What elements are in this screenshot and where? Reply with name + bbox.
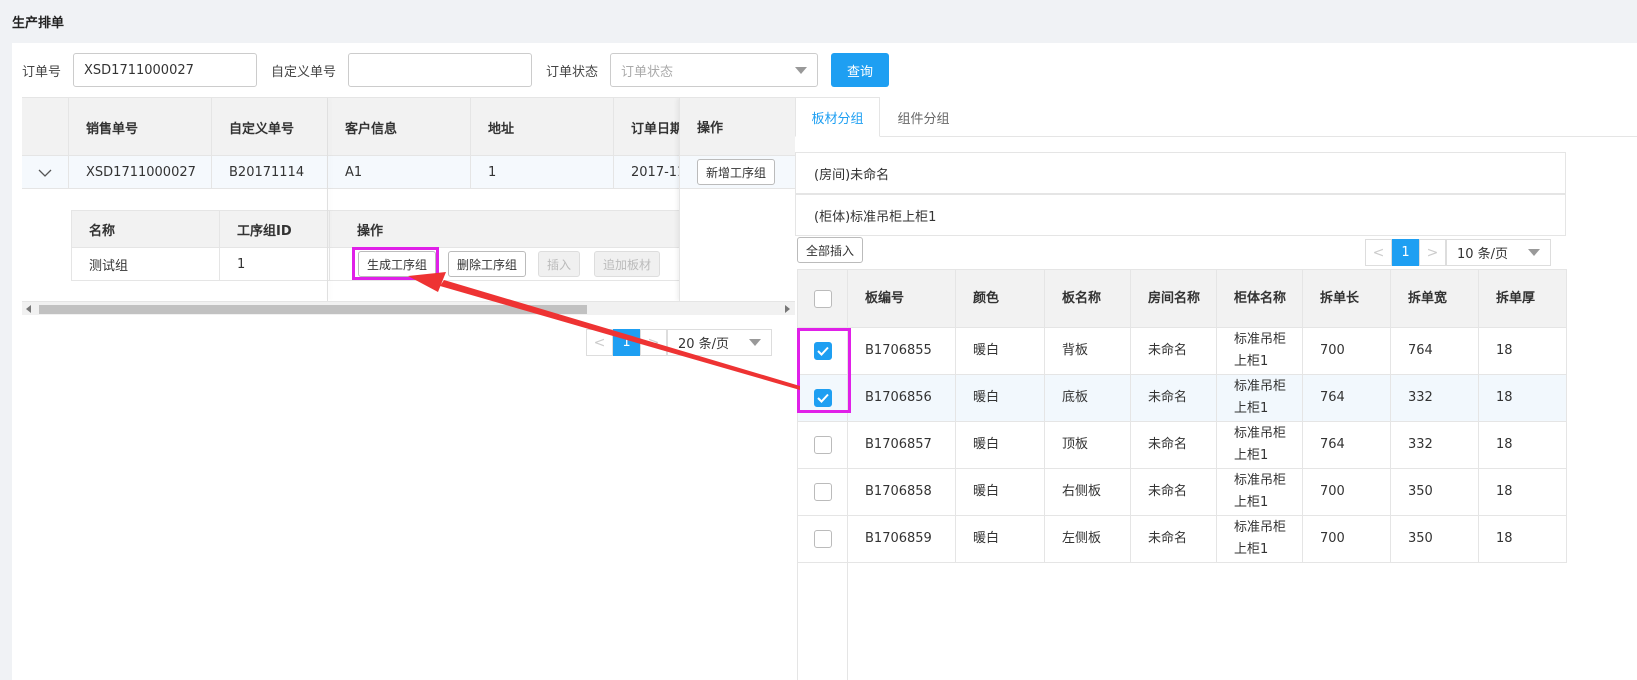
arrow-head (408, 272, 446, 292)
arrow-shaft (440, 280, 800, 390)
annotation-arrow (408, 272, 800, 390)
